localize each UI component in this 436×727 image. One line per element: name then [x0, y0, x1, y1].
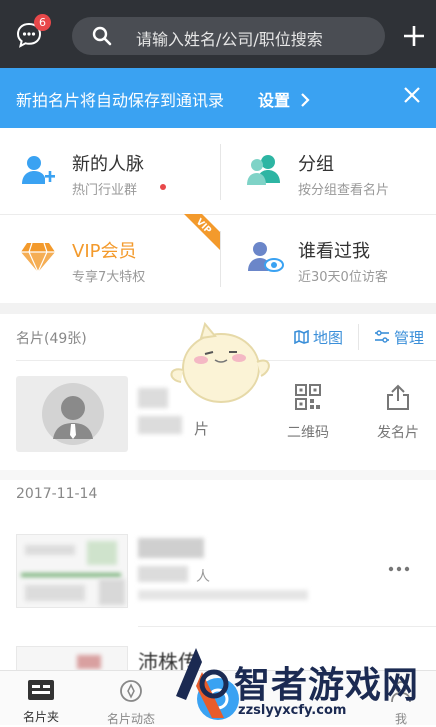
mascot-sticker-icon — [170, 321, 270, 403]
blurred-name — [138, 388, 168, 408]
share-icon — [387, 384, 409, 410]
add-contact-icon — [22, 156, 55, 184]
visitors-title: 谁看过我 — [298, 241, 370, 262]
more-dots-icon[interactable] — [388, 566, 410, 572]
tab-card-feed[interactable]: 名片动态 — [96, 679, 166, 727]
top-bar: 6 请输入姓名/公司/职位搜索 — [0, 0, 436, 68]
manage-button[interactable]: 管理 — [374, 327, 424, 348]
avatar-placeholder-icon — [42, 383, 104, 445]
groups-icon — [247, 155, 280, 185]
card-count-title: 名片(49张) — [16, 331, 87, 347]
my-card-label: 片 — [194, 420, 210, 438]
group-date: 2017-11-14 — [16, 486, 98, 502]
qrcode-icon — [295, 384, 321, 410]
row-separator — [0, 470, 436, 480]
header-divider — [358, 324, 359, 350]
add-icon[interactable] — [402, 24, 426, 48]
search-icon — [92, 26, 112, 46]
close-icon[interactable] — [403, 86, 421, 104]
tab-card-feed-label: 名片动态 — [106, 712, 155, 726]
section-gap — [0, 303, 436, 314]
card-folder-icon — [28, 680, 54, 700]
vip-corner-tag: VIP — [184, 214, 220, 250]
tab-card-folder[interactable]: 名片夹 — [6, 679, 76, 725]
vip-item[interactable]: VIP会员 专享7大特权 VIP — [0, 214, 220, 301]
grid-divider — [220, 144, 221, 200]
quick-actions-grid: 新的人脉 热门行业群 分组 按分组查看名片 VIP会员 专享7大特权 VIP 谁… — [0, 128, 436, 303]
blurred-text — [138, 590, 308, 600]
tab-card-folder-label: 名片夹 — [22, 710, 59, 724]
messages-button[interactable]: 6 — [14, 14, 51, 52]
search-placeholder: 请输入姓名/公司/职位搜索 — [136, 30, 323, 49]
my-card-thumbnail[interactable] — [16, 376, 128, 452]
row-divider — [138, 626, 436, 627]
chevron-right-icon — [300, 93, 310, 107]
watermark-logo: 智者游戏网 zzslyyxcfy.com — [162, 634, 436, 725]
row-partial-text: 人 — [196, 569, 210, 585]
visitor-eye-icon — [248, 242, 284, 272]
vip-subtitle: 专享7大特权 — [72, 270, 146, 285]
blurred-text — [138, 416, 182, 434]
qrcode-label: 二维码 — [287, 425, 329, 441]
list-item[interactable]: 人 — [0, 526, 436, 616]
search-input[interactable]: 请输入姓名/公司/职位搜索 — [72, 17, 385, 55]
blurred-text — [138, 566, 188, 582]
watermark-emblem-icon — [176, 648, 229, 718]
compass-icon — [120, 680, 142, 702]
new-dot-badge — [160, 184, 166, 190]
groups-subtitle: 按分组查看名片 — [298, 183, 390, 198]
visitors-subtitle: 近30天0位访客 — [298, 270, 388, 285]
new-contacts-item[interactable]: 新的人脉 热门行业群 — [0, 128, 218, 214]
map-icon — [294, 329, 309, 345]
watermark-url: zzslyyxcfy.com — [238, 703, 347, 718]
watermark-text: 智者游戏网 — [234, 665, 420, 706]
card-thumbnail — [16, 646, 128, 670]
diamond-icon — [21, 242, 55, 273]
groups-title: 分组 — [298, 154, 334, 175]
card-thumbnail — [16, 534, 128, 608]
send-card-label: 发名片 — [377, 425, 419, 441]
groups-item[interactable]: 分组 按分组查看名片 — [222, 128, 436, 214]
send-card-button[interactable]: 发名片 — [368, 384, 428, 442]
new-contacts-subtitle: 热门行业群 — [72, 183, 138, 198]
banner-settings-link[interactable]: 设置 — [258, 87, 310, 111]
qrcode-button[interactable]: 二维码 — [278, 384, 338, 442]
visitors-item[interactable]: 谁看过我 近30天0位访客 — [222, 215, 436, 301]
banner-message: 新拍名片将自动保存到通讯录 — [16, 91, 225, 110]
grid-divider — [220, 231, 221, 287]
blurred-name — [138, 538, 204, 558]
unread-badge: 6 — [34, 14, 51, 31]
vip-title: VIP会员 — [72, 241, 137, 262]
sliders-icon — [375, 330, 389, 343]
auto-save-banner: 新拍名片将自动保存到通讯录 设置 — [0, 68, 436, 128]
map-button[interactable]: 地图 — [294, 327, 343, 348]
new-contacts-title: 新的人脉 — [72, 154, 144, 175]
